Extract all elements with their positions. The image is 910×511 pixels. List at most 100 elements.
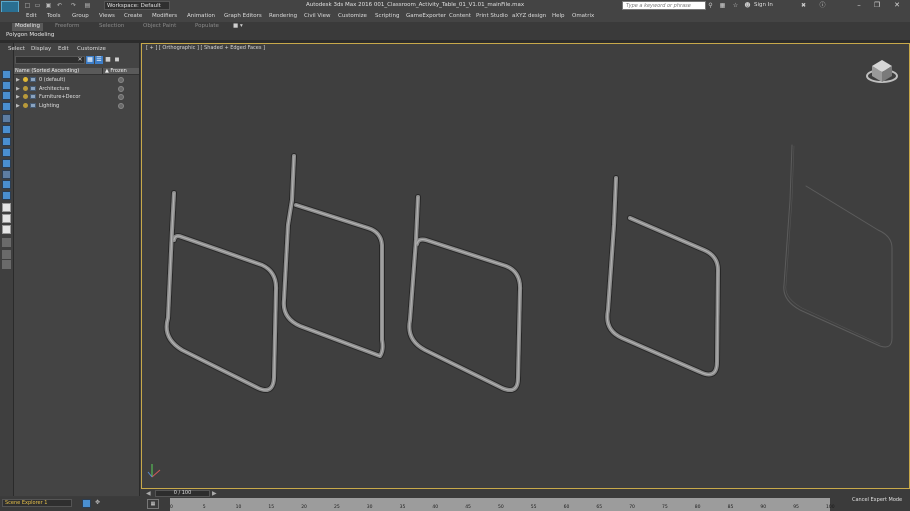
open-file-icon[interactable]: ▭: [34, 2, 41, 9]
filter-icon[interactable]: [2, 238, 11, 247]
star-icon[interactable]: ☆: [732, 2, 739, 9]
name-column-header[interactable]: Name (Sorted Ascending): [15, 68, 79, 75]
select-icon[interactable]: [2, 70, 11, 79]
layer-row[interactable]: ▶ Furniture+Decor: [14, 93, 139, 101]
layer-settings-icon[interactable]: ◼: [113, 56, 121, 64]
help-search-input[interactable]: Type a keyword or phrase: [622, 1, 706, 10]
layer-toggle-icon[interactable]: [82, 499, 91, 508]
sync-selection-icon[interactable]: [2, 250, 11, 259]
chair-frame-5-wireframe[interactable]: [783, 144, 893, 348]
menu-item-help[interactable]: Help: [552, 13, 565, 19]
menu-item-scripting[interactable]: Scripting: [375, 13, 399, 19]
pin-icon[interactable]: ✥: [94, 499, 101, 506]
ribbon-tab-freeform[interactable]: Freeform: [52, 23, 83, 31]
menu-item-civil-view[interactable]: Civil View: [304, 13, 330, 19]
user-icon[interactable]: ☻: [744, 2, 751, 9]
undo-icon[interactable]: ↶: [56, 2, 63, 9]
display-lights-icon[interactable]: [2, 137, 11, 146]
menu-item-modifiers[interactable]: Modifiers: [152, 13, 177, 19]
menu-item-tools[interactable]: Tools: [47, 13, 61, 19]
invert-icon[interactable]: [2, 102, 11, 111]
display-frozen-icon[interactable]: [2, 225, 11, 234]
ribbon-tab-populate[interactable]: Populate: [192, 23, 222, 31]
menu-item-graph-editors[interactable]: Graph Editors: [224, 13, 262, 19]
layer-name[interactable]: Architecture: [39, 85, 70, 93]
subscription-icon[interactable]: ▦: [719, 2, 726, 9]
display-shapes-icon[interactable]: [2, 125, 11, 134]
expand-arrow-icon[interactable]: ▶: [16, 103, 20, 109]
expand-arrow-icon[interactable]: ▶: [16, 94, 20, 100]
close-button[interactable]: ✕: [890, 1, 904, 10]
cancel-expert-mode-button[interactable]: Cancel Expert Mode: [852, 497, 902, 503]
prev-frame-icon[interactable]: ◀: [146, 490, 151, 497]
ribbon-tab-object-paint[interactable]: Object Paint: [140, 23, 179, 31]
menu-item-omatrix[interactable]: Omatrix: [572, 13, 594, 19]
explorer-menu-select[interactable]: Select: [8, 46, 25, 52]
layer-explorer-icon[interactable]: ▦: [86, 56, 94, 64]
frozen-toggle-icon[interactable]: [118, 85, 124, 92]
menu-item-animation[interactable]: Animation: [187, 13, 215, 19]
scene-explorer-search-input[interactable]: [15, 56, 85, 64]
display-bones-icon[interactable]: [2, 203, 11, 212]
display-cameras-icon[interactable]: [2, 148, 11, 157]
menu-item-content[interactable]: Content: [449, 13, 471, 19]
lightbulb-icon[interactable]: [23, 85, 28, 91]
new-file-icon[interactable]: □: [24, 2, 31, 9]
menu-item-rendering[interactable]: Rendering: [269, 13, 297, 19]
display-containers-icon[interactable]: [2, 214, 11, 223]
expand-arrow-icon[interactable]: ▶: [16, 77, 20, 83]
options-icon[interactable]: [2, 260, 11, 269]
layer-name[interactable]: Lighting: [39, 102, 59, 110]
chair-frame-1[interactable]: [163, 190, 280, 393]
layer-row[interactable]: ▶ 0 (default): [14, 76, 139, 84]
menu-item-customize[interactable]: Customize: [338, 13, 367, 19]
lightbulb-icon[interactable]: [23, 94, 28, 99]
display-helpers-icon[interactable]: [2, 159, 11, 168]
maximize-button[interactable]: ❐: [870, 1, 884, 10]
redo-icon[interactable]: ↷: [70, 2, 77, 9]
lightbulb-icon[interactable]: [23, 102, 28, 108]
menu-item-group[interactable]: Group: [72, 13, 89, 19]
layer-row[interactable]: ▶ Architecture: [14, 85, 139, 93]
chair-frame-4[interactable]: [604, 175, 721, 378]
display-warps-icon[interactable]: [2, 170, 11, 179]
lock-icon[interactable]: ■: [104, 56, 112, 64]
clear-filter-icon[interactable]: ✕: [76, 56, 84, 64]
hierarchy-icon[interactable]: ☰: [95, 56, 103, 64]
minimize-button[interactable]: –: [852, 1, 866, 10]
frozen-toggle-icon[interactable]: [118, 94, 124, 100]
polygon-modeling-panel[interactable]: Polygon Modeling: [6, 32, 54, 38]
next-frame-icon[interactable]: ▶: [212, 490, 217, 497]
layer-name[interactable]: Furniture+Decor: [39, 93, 80, 101]
project-folder-icon[interactable]: ▤: [84, 2, 91, 9]
explorer-menu-display[interactable]: Display: [31, 46, 51, 52]
display-xrefs-icon[interactable]: [2, 191, 11, 200]
time-slider[interactable]: 0 / 100: [155, 490, 210, 497]
frozen-toggle-icon[interactable]: [118, 77, 124, 83]
menu-item-edit[interactable]: Edit: [26, 13, 37, 19]
explorer-menu-customize[interactable]: Customize: [77, 46, 106, 52]
workspace-dropdown[interactable]: Workspace: Default: [104, 1, 170, 10]
layer-name[interactable]: 0 (default): [39, 76, 65, 84]
help-icon[interactable]: ⓘ: [819, 2, 826, 9]
expand-arrow-icon[interactable]: ▶: [16, 86, 20, 92]
exchange-apps-icon[interactable]: ✖: [800, 2, 807, 9]
menu-item-views[interactable]: Views: [99, 13, 115, 19]
frozen-toggle-icon[interactable]: [118, 102, 124, 109]
lightbulb-icon[interactable]: [23, 77, 28, 82]
scene-explorer-selector[interactable]: Scene Explorer 1: [2, 499, 72, 507]
sign-in-button[interactable]: Sign In: [754, 2, 773, 8]
ribbon-options-toggle[interactable]: ■ ▾: [230, 23, 246, 31]
explorer-menu-edit[interactable]: Edit: [58, 46, 69, 52]
key-filters-icon[interactable]: ▦: [147, 499, 159, 509]
display-groups-icon[interactable]: [2, 180, 11, 189]
viewcube[interactable]: [866, 60, 898, 83]
menu-item-gameexporter[interactable]: GameExporter: [406, 13, 446, 19]
save-file-icon[interactable]: ▣: [45, 2, 52, 9]
search-icon[interactable]: ⚲: [707, 2, 714, 9]
frozen-column-header[interactable]: ▲ Frozen: [102, 68, 139, 75]
menu-item-axyz-design[interactable]: aXYZ design: [512, 13, 546, 19]
ribbon-tab-selection[interactable]: Selection: [96, 23, 127, 31]
display-none-icon[interactable]: [2, 91, 11, 100]
menu-item-create[interactable]: Create: [124, 13, 142, 19]
